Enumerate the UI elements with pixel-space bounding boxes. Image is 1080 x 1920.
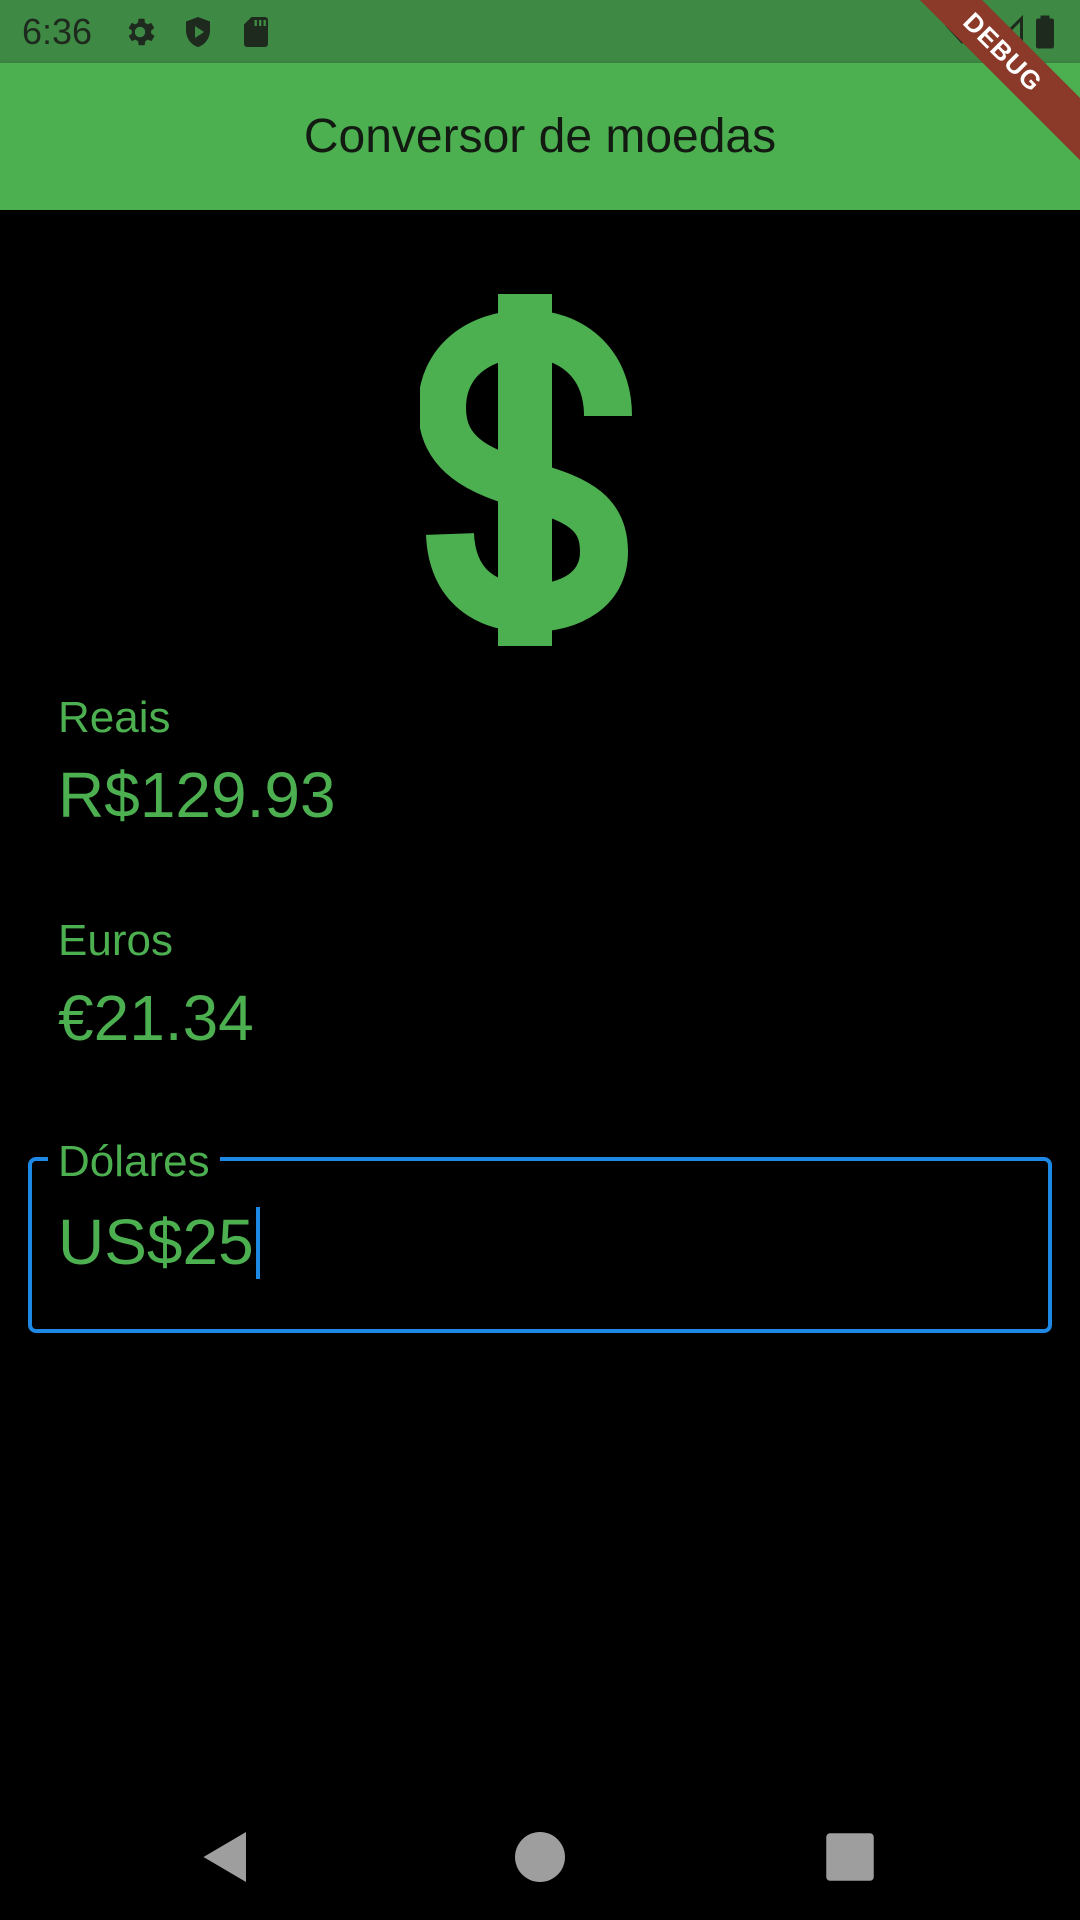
- euros-value: €21.34: [58, 982, 254, 1054]
- status-bar: 6:36: [0, 0, 1080, 63]
- sd-card-icon: [238, 14, 274, 50]
- reais-value: R$129.93: [58, 759, 336, 831]
- app-screen: 6:36 Conversor de moedas DEBUG Reais R$1…: [0, 0, 1080, 1920]
- gear-icon: [122, 14, 158, 50]
- euros-label: Euros: [58, 916, 173, 965]
- dolares-label: Dólares: [48, 1137, 220, 1187]
- reais-label: Reais: [58, 693, 171, 742]
- recents-icon[interactable]: [820, 1827, 880, 1887]
- app-bar: Conversor de moedas: [0, 63, 1080, 210]
- navigation-bar: [0, 1794, 1080, 1920]
- status-time: 6:36: [22, 11, 93, 52]
- dolares-input-value[interactable]: US$25: [58, 1206, 260, 1280]
- text-caret: [255, 1207, 260, 1280]
- dolares-value-text: US$25: [58, 1206, 254, 1278]
- back-icon[interactable]: [196, 1827, 256, 1887]
- home-icon[interactable]: [510, 1827, 570, 1887]
- battery-icon: [1030, 14, 1060, 50]
- page-title: Conversor de moedas: [303, 110, 777, 163]
- dollar-sign-icon: [420, 290, 640, 650]
- shield-play-icon: [180, 14, 216, 50]
